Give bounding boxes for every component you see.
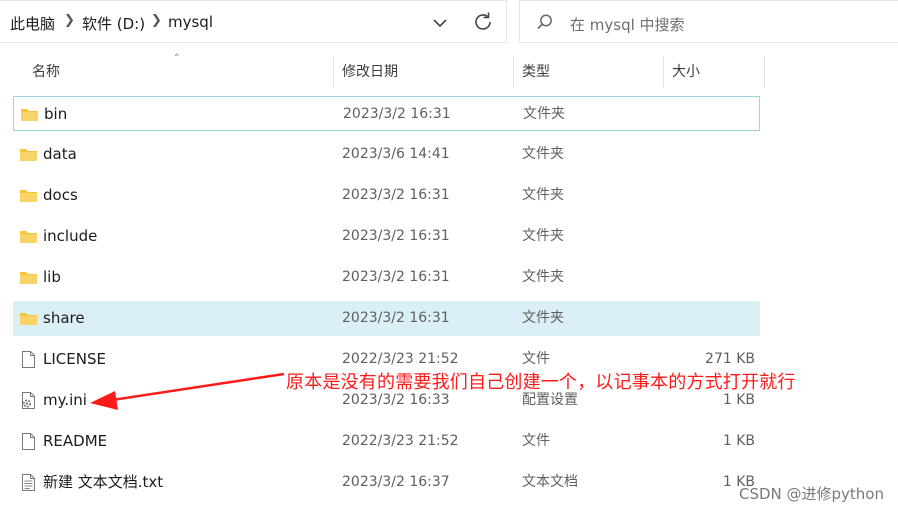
file-date: 2023/3/2 16:31	[342, 310, 450, 326]
folder-icon	[20, 272, 37, 284]
file-icon	[22, 351, 35, 368]
file-size: 1 KB	[722, 433, 755, 449]
file-row-bin[interactable]: bin 2023/3/2 16:31 文件夹	[13, 96, 760, 131]
refresh-icon[interactable]	[470, 9, 496, 35]
file-name: LICENSE	[43, 350, 106, 368]
text-file-icon	[22, 474, 35, 491]
breadcrumb-drive-d[interactable]: 软件 (D:)	[82, 13, 145, 34]
file-type: 文件夹	[522, 187, 564, 203]
file-icon	[22, 433, 35, 450]
chevron-down-icon[interactable]	[428, 11, 452, 35]
breadcrumb-mysql[interactable]: mysql	[168, 13, 213, 31]
watermark: CSDN @进修python	[738, 485, 884, 503]
search-box[interactable]: 在 mysql 中搜索	[519, 0, 898, 43]
file-name: data	[43, 145, 77, 163]
file-name: README	[43, 432, 108, 450]
file-row-new-text-document[interactable]: 新建 文本文档.txt 2023/3/2 16:37 文本文档 1 KB	[13, 465, 760, 500]
column-header-size[interactable]: 大小	[672, 56, 700, 88]
file-date: 2023/3/2 16:37	[342, 474, 450, 490]
file-type: 文件	[522, 433, 550, 449]
column-header-date[interactable]: 修改日期	[342, 56, 398, 88]
file-type: 文件夹	[522, 146, 564, 162]
file-date: 2022/3/23 21:52	[342, 433, 459, 449]
file-name: docs	[43, 186, 78, 204]
column-divider[interactable]	[663, 56, 664, 88]
column-header-type[interactable]: 类型	[522, 56, 550, 88]
search-icon	[537, 14, 552, 30]
settings-file-icon	[22, 392, 35, 409]
file-row-share[interactable]: share 2023/3/2 16:31 文件夹	[13, 301, 760, 336]
file-row-docs[interactable]: docs 2023/3/2 16:31 文件夹	[13, 178, 760, 213]
file-date: 2023/3/2 16:31	[342, 187, 450, 203]
annotation-text: 原本是没有的需要我们自己创建一个，以记事本的方式打开就行	[286, 372, 796, 393]
top-bar: 此电脑 ❯ 软件 (D:) ❯ mysql 在 mysql 中搜索	[0, 0, 898, 44]
file-row-readme[interactable]: README 2022/3/23 21:52 文件 1 KB	[13, 424, 760, 459]
file-type: 文件夹	[523, 106, 565, 122]
column-header-name[interactable]: 名称	[32, 56, 60, 88]
breadcrumb-separator-icon[interactable]: ❯	[151, 13, 162, 28]
file-type: 文本文档	[522, 474, 578, 490]
column-header-row: ˄ 名称 修改日期 类型 大小	[0, 52, 898, 88]
address-bar[interactable]: 此电脑 ❯ 软件 (D:) ❯ mysql	[0, 0, 507, 43]
folder-icon	[20, 313, 37, 325]
file-type: 文件夹	[522, 269, 564, 285]
folder-icon	[20, 231, 37, 243]
column-divider[interactable]	[513, 56, 514, 88]
file-row-lib[interactable]: lib 2023/3/2 16:31 文件夹	[13, 260, 760, 295]
breadcrumb-separator-icon[interactable]: ❯	[64, 13, 75, 28]
folder-icon	[21, 109, 38, 121]
column-divider[interactable]	[764, 56, 765, 88]
folder-icon	[20, 190, 37, 202]
file-name: my.ini	[43, 391, 87, 409]
folder-icon	[20, 149, 37, 161]
file-row-data[interactable]: data 2023/3/6 14:41 文件夹	[13, 137, 760, 172]
file-name: include	[43, 227, 98, 245]
file-type: 文件夹	[522, 310, 564, 326]
file-name: share	[43, 309, 85, 327]
file-name: bin	[44, 105, 68, 123]
file-type: 文件夹	[522, 228, 564, 244]
file-date: 2023/3/2 16:31	[342, 269, 450, 285]
file-name: lib	[43, 268, 61, 286]
file-date: 2023/3/2 16:31	[343, 106, 451, 122]
sort-ascending-icon: ˄	[174, 52, 180, 65]
column-divider[interactable]	[333, 56, 334, 88]
breadcrumb-this-pc[interactable]: 此电脑	[10, 13, 55, 34]
file-date: 2023/3/2 16:31	[342, 228, 450, 244]
file-date: 2023/3/6 14:41	[342, 146, 450, 162]
search-input[interactable]: 在 mysql 中搜索	[570, 14, 685, 35]
file-name: 新建 文本文档.txt	[43, 473, 164, 491]
file-row-include[interactable]: include 2023/3/2 16:31 文件夹	[13, 219, 760, 254]
